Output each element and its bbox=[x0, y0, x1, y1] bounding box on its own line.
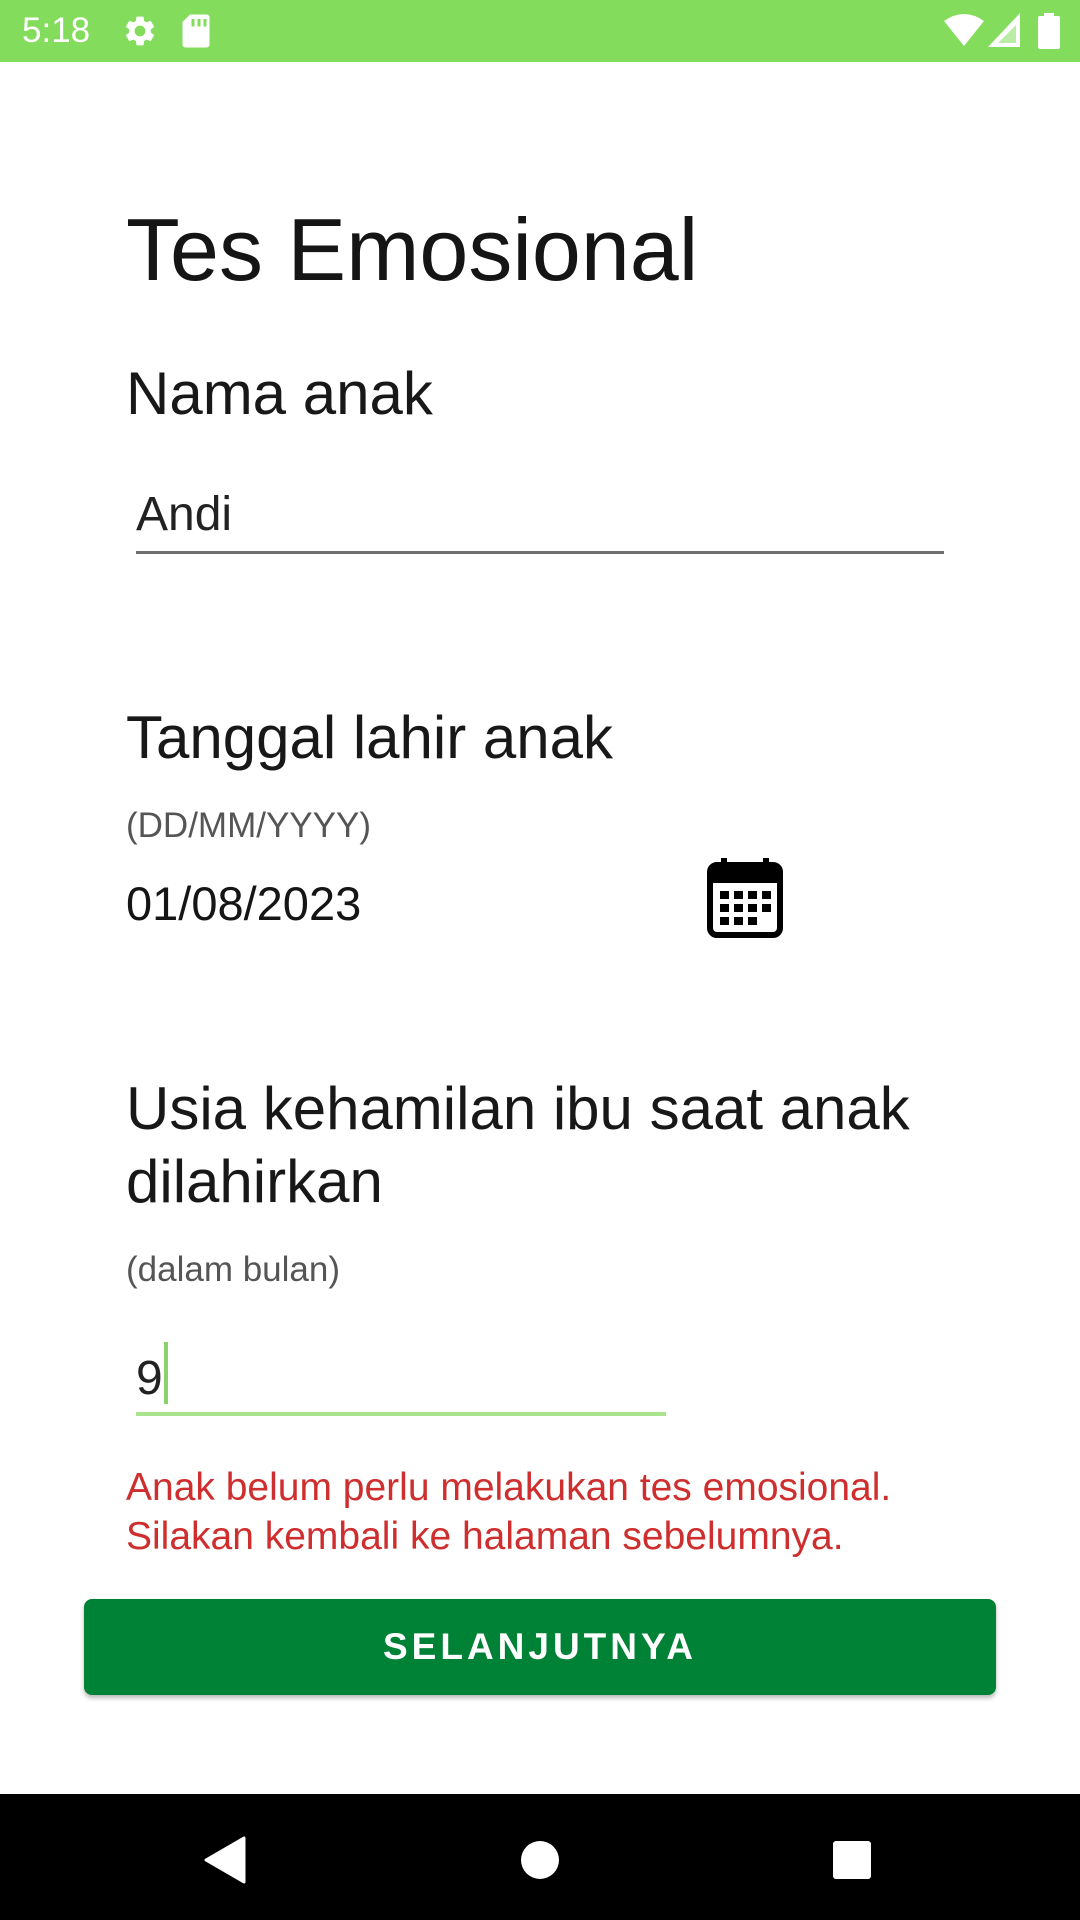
child-name-label: Nama anak bbox=[126, 360, 433, 427]
status-time: 5:18 bbox=[22, 11, 91, 50]
error-line-2: Silakan kembali ke halaman sebelumnya. bbox=[126, 1515, 844, 1558]
birth-date-label: Tanggal lahir anak bbox=[126, 704, 614, 771]
wifi-icon bbox=[944, 13, 984, 52]
back-button[interactable] bbox=[194, 1832, 254, 1892]
navigation-bar bbox=[0, 1794, 1080, 1920]
next-button[interactable]: SELANJUTNYA bbox=[84, 1599, 996, 1695]
birth-date-value[interactable]: 01/08/2023 bbox=[126, 874, 361, 934]
gestational-age-input[interactable]: 9 bbox=[136, 1342, 666, 1416]
settings-icon bbox=[122, 13, 158, 54]
calendar-icon bbox=[707, 857, 783, 944]
battery-icon bbox=[1038, 13, 1060, 54]
error-line-1: Anak belum perlu melakukan tes emosional… bbox=[126, 1466, 892, 1509]
signal-icon bbox=[988, 13, 1020, 52]
status-bar: 5:18 bbox=[0, 0, 1080, 62]
child-name-input[interactable]: Andi bbox=[136, 483, 944, 554]
sd-card-icon bbox=[180, 13, 212, 54]
calendar-button[interactable] bbox=[700, 855, 790, 945]
gestational-age-value: 9 bbox=[136, 1352, 163, 1405]
home-icon bbox=[520, 1840, 560, 1885]
gestational-age-label: Usia kehamilan ibu saat anak dilahirkan bbox=[126, 1075, 910, 1215]
page-title: Tes Emosional bbox=[126, 200, 699, 299]
birth-date-format-hint: (DD/MM/YYYY) bbox=[126, 806, 371, 845]
home-button[interactable] bbox=[510, 1832, 570, 1892]
back-icon bbox=[202, 1836, 246, 1889]
child-name-value: Andi bbox=[136, 488, 233, 541]
error-message: Anak belum perlu melakukan tes emosional… bbox=[126, 1463, 986, 1561]
recents-button[interactable] bbox=[822, 1832, 882, 1892]
text-cursor bbox=[163, 1342, 168, 1404]
gestational-age-unit-hint: (dalam bulan) bbox=[126, 1250, 340, 1289]
recents-icon bbox=[832, 1840, 872, 1885]
